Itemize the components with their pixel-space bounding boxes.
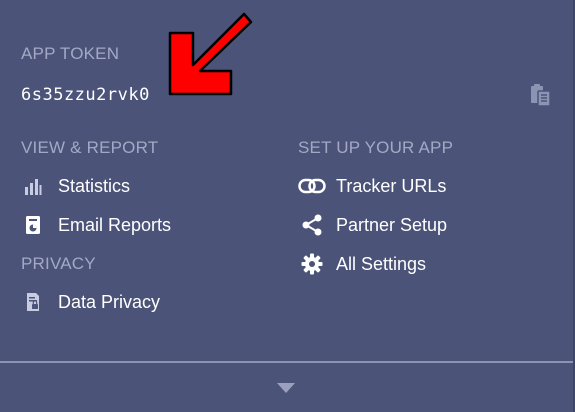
data-privacy-label: Data Privacy bbox=[58, 291, 161, 312]
email-reports-link[interactable]: Email Reports bbox=[21, 213, 171, 237]
caret-down-icon bbox=[277, 383, 295, 393]
partner-setup-label: Partner Setup bbox=[336, 214, 448, 235]
collapse-toggle-button[interactable] bbox=[275, 380, 297, 396]
all-settings-label: All Settings bbox=[336, 253, 427, 274]
share-icon bbox=[298, 214, 326, 236]
annotation-arrow-icon bbox=[168, 12, 253, 96]
email-report-icon bbox=[21, 214, 45, 236]
tracker-urls-label: Tracker URLs bbox=[336, 175, 447, 196]
divider bbox=[0, 361, 573, 363]
clipboard-icon bbox=[531, 84, 551, 107]
email-reports-label: Email Reports bbox=[58, 214, 172, 235]
data-privacy-icon bbox=[21, 291, 45, 313]
app-token-value: 6s35zzu2rvk0 bbox=[21, 85, 150, 105]
partner-setup-link[interactable]: Partner Setup bbox=[298, 213, 447, 237]
all-settings-link[interactable]: All Settings bbox=[298, 252, 426, 276]
app-menu-panel: APP TOKEN 6s35zzu2rvk0 VIEW & REPORT Sta… bbox=[0, 0, 575, 412]
statistics-label: Statistics bbox=[58, 175, 131, 196]
tracker-urls-link[interactable]: Tracker URLs bbox=[298, 174, 446, 198]
privacy-heading: PRIVACY bbox=[21, 254, 96, 273]
copy-token-button[interactable] bbox=[529, 83, 551, 107]
link-icon bbox=[298, 175, 326, 197]
app-token-label: APP TOKEN bbox=[21, 44, 120, 63]
data-privacy-link[interactable]: Data Privacy bbox=[21, 290, 160, 314]
view-report-heading: VIEW & REPORT bbox=[21, 138, 159, 157]
gear-icon bbox=[298, 253, 326, 275]
statistics-link[interactable]: Statistics bbox=[21, 174, 130, 198]
setup-heading: SET UP YOUR APP bbox=[298, 138, 454, 157]
bar-chart-icon bbox=[21, 175, 45, 197]
